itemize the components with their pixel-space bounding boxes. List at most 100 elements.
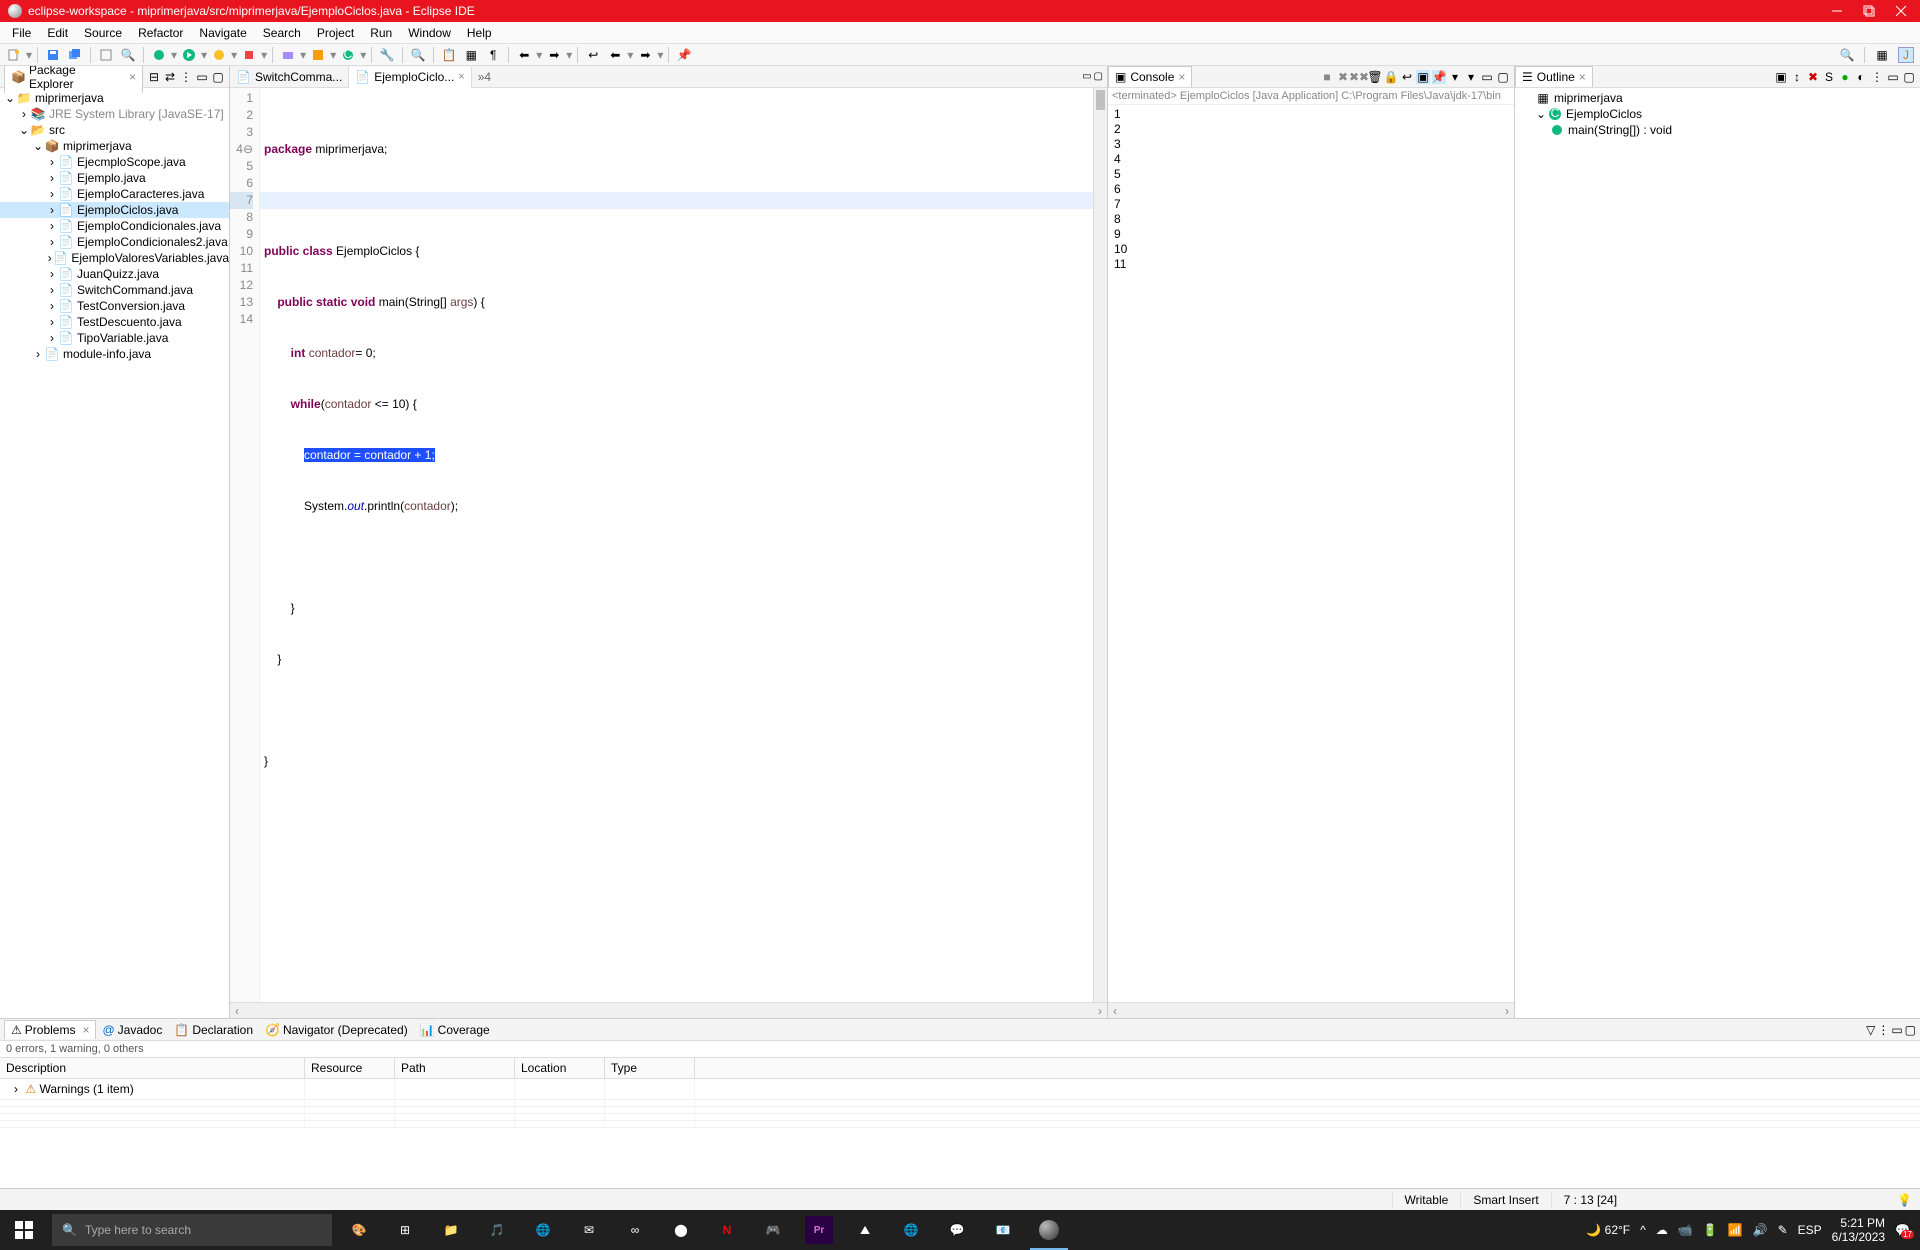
external-tools-icon[interactable] (241, 47, 257, 63)
file-explorer-icon[interactable]: 📁 (428, 1210, 474, 1250)
minimize-editor-icon[interactable]: ▭ (1082, 71, 1091, 82)
language-indicator[interactable]: ESP (1798, 1223, 1822, 1237)
menu-refactor[interactable]: Refactor (130, 23, 191, 43)
maximize-outline-icon[interactable]: ▢ (1902, 70, 1916, 84)
skip-breakpoints-icon[interactable]: 🔍 (120, 47, 136, 63)
filter-icon[interactable]: ▽ (1866, 1023, 1875, 1037)
terminate-icon[interactable]: ■ (1320, 70, 1334, 84)
view-menu-icon[interactable]: ⋮ (1870, 70, 1884, 84)
close-icon[interactable]: × (1178, 70, 1185, 84)
close-icon[interactable]: × (458, 71, 464, 83)
clear-console-icon[interactable]: 🗑 (1368, 70, 1382, 84)
save-all-icon[interactable] (67, 47, 83, 63)
new-java-project-icon[interactable] (280, 47, 296, 63)
link-editor-icon[interactable]: ⇄ (163, 70, 177, 84)
tree-jre[interactable]: ›📚JRE System Library [JavaSE-17] (0, 106, 229, 122)
maximize-console-icon[interactable]: ▢ (1496, 70, 1510, 84)
mail-icon[interactable]: ✉ (566, 1210, 612, 1250)
tree-file[interactable]: ›📄EjemploCondicionales.java (0, 218, 229, 234)
task-view-icon[interactable]: ⊞ (382, 1210, 428, 1250)
tree-file[interactable]: ›📄TipoVariable.java (0, 330, 229, 346)
editor-scrollbar[interactable] (1093, 88, 1107, 1002)
menu-edit[interactable]: Edit (39, 23, 76, 43)
notifications-icon[interactable]: 💬17 (1895, 1223, 1910, 1237)
tree-file[interactable]: ›📄EjecmploScope.java (0, 154, 229, 170)
maximize-problems-icon[interactable]: ▢ (1905, 1023, 1916, 1037)
coverage-icon[interactable] (211, 47, 227, 63)
close-icon[interactable]: × (82, 1023, 89, 1037)
new-class-icon[interactable]: C (340, 47, 356, 63)
paramount-icon[interactable]: ⛰ (842, 1210, 888, 1250)
editor-tab-ejemplociclos[interactable]: 📄 EjemploCiclo... × (349, 67, 471, 88)
javadoc-tab[interactable]: @Javadoc (96, 1021, 168, 1039)
pin-console-icon[interactable]: 📌 (1432, 70, 1446, 84)
collapse-all-icon[interactable]: ⊟ (147, 70, 161, 84)
run-icon[interactable] (181, 47, 197, 63)
itunes-icon[interactable]: 🎵 (474, 1210, 520, 1250)
tree-project[interactable]: ⌄📁miprimerjava (0, 90, 229, 106)
back-icon[interactable]: ⬅ (607, 47, 623, 63)
vscode-icon[interactable]: ∞ (612, 1210, 658, 1250)
chrome-icon[interactable]: ⬤ (658, 1210, 704, 1250)
new-package-icon[interactable] (310, 47, 326, 63)
hide-fields-icon[interactable]: ✖ (1806, 70, 1820, 84)
tree-file[interactable]: ›📄EjemploCondicionales2.java (0, 234, 229, 250)
show-hidden-icon[interactable]: ^ (1640, 1223, 1646, 1237)
toggle-icon[interactable] (98, 47, 114, 63)
hide-local-icon[interactable]: ◐ (1854, 70, 1868, 84)
maximize-editor-icon[interactable]: ▢ (1094, 71, 1103, 82)
close-button[interactable] (1894, 4, 1908, 18)
open-perspective-icon[interactable]: ▦ (1874, 47, 1890, 63)
discord-icon[interactable]: 💬 (934, 1210, 980, 1250)
code-editor[interactable]: 1234⊖567891011121314 package miprimerjav… (230, 88, 1107, 1002)
menu-project[interactable]: Project (309, 23, 362, 43)
problems-tab[interactable]: ⚠Problems× (4, 1020, 96, 1039)
overflow-tabs[interactable]: »4 (472, 68, 497, 86)
editor-tab-switchcommand[interactable]: 📄 SwitchComma... (230, 66, 349, 87)
outline-class[interactable]: ⌄CEjemploCiclos (1517, 106, 1918, 122)
start-button[interactable] (0, 1210, 48, 1250)
maximize-view-icon[interactable]: ▢ (211, 70, 225, 84)
scroll-lock-icon[interactable]: 🔒 (1384, 70, 1398, 84)
volume-icon[interactable]: 🔊 (1753, 1223, 1768, 1237)
declaration-tab[interactable]: 📋Declaration (168, 1021, 259, 1039)
premiere-icon[interactable]: Pr (805, 1216, 833, 1244)
remove-all-icon[interactable]: ✖✖ (1352, 70, 1366, 84)
minimize-console-icon[interactable]: ▭ (1480, 70, 1494, 84)
toggle-mark-icon[interactable]: 📋 (441, 47, 457, 63)
menu-window[interactable]: Window (400, 23, 459, 43)
tree-file[interactable]: ›📄TestDescuento.java (0, 314, 229, 330)
stylus-icon[interactable]: ✎ (1778, 1223, 1788, 1237)
forward-icon[interactable]: ➡ (637, 47, 653, 63)
new-icon[interactable] (6, 47, 22, 63)
weather-icon[interactable]: 🌙 62°F (1586, 1223, 1630, 1237)
edge-icon[interactable]: 🌐 (520, 1210, 566, 1250)
menu-help[interactable]: Help (459, 23, 500, 43)
hide-non-public-icon[interactable]: ● (1838, 70, 1852, 84)
save-icon[interactable] (45, 47, 61, 63)
menu-run[interactable]: Run (362, 23, 400, 43)
tree-package[interactable]: ⌄📦miprimerjava (0, 138, 229, 154)
netflix-icon[interactable]: N (704, 1210, 750, 1250)
table-row[interactable]: › ⚠ Warnings (1 item) (0, 1079, 1920, 1100)
annotation-prev-icon[interactable]: ⬅ (516, 47, 532, 63)
display-selected-icon[interactable]: ▾ (1448, 70, 1462, 84)
word-wrap-icon[interactable]: ↩ (1400, 70, 1414, 84)
tree-file[interactable]: ›📄EjemploValoresVariables.java (0, 250, 229, 266)
xbox-icon[interactable]: 🎮 (750, 1210, 796, 1250)
menu-navigate[interactable]: Navigate (191, 23, 254, 43)
focus-icon[interactable]: ▣ (1774, 70, 1788, 84)
minimize-outline-icon[interactable]: ▭ (1886, 70, 1900, 84)
show-console-icon[interactable]: ▣ (1416, 70, 1430, 84)
view-menu-icon[interactable]: ⋮ (1877, 1023, 1889, 1037)
outlook-icon[interactable]: 📧 (980, 1210, 1026, 1250)
navigator-tab[interactable]: 🧭Navigator (Deprecated) (259, 1021, 414, 1039)
taskbar-search[interactable]: 🔍 Type here to search (52, 1214, 332, 1246)
open-type-icon[interactable]: 🔧 (379, 47, 395, 63)
view-menu-icon[interactable]: ⋮ (179, 70, 193, 84)
tree-file[interactable]: ›📄Ejemplo.java (0, 170, 229, 186)
console-output[interactable]: 1234567891011 (1108, 105, 1514, 1002)
editor-h-scrollbar[interactable]: ‹› (230, 1002, 1107, 1018)
minimize-view-icon[interactable]: ▭ (195, 70, 209, 84)
meet2-icon[interactable]: 📹 (1678, 1223, 1693, 1237)
